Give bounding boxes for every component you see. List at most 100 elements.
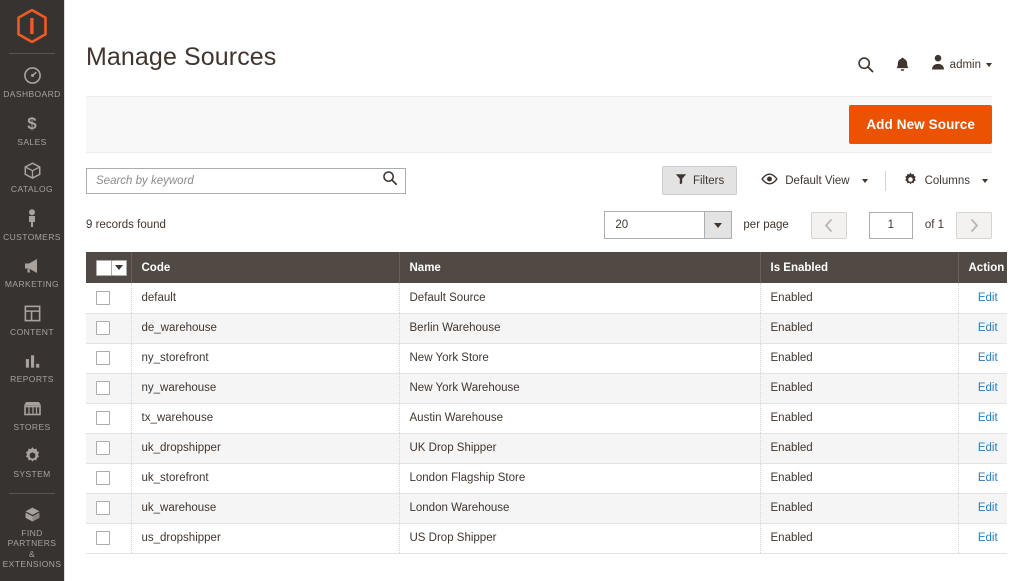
sidebar-label-dashboard: DASHBOARD	[3, 89, 61, 99]
sidebar-item-dashboard[interactable]: DASHBOARD	[0, 58, 65, 106]
sidebar-item-stores[interactable]: STORES	[0, 391, 65, 439]
per-page-value: 20	[615, 219, 629, 231]
edit-link[interactable]: Edit	[978, 472, 998, 484]
row-checkbox[interactable]	[96, 531, 110, 545]
per-page-label: per page	[743, 219, 789, 231]
cell-is-enabled: Enabled	[760, 283, 959, 314]
funnel-icon	[675, 173, 687, 188]
search-box[interactable]	[86, 167, 406, 194]
edit-link[interactable]: Edit	[978, 532, 998, 544]
row-checkbox[interactable]	[96, 290, 110, 305]
filters-button[interactable]: Filters	[661, 166, 738, 195]
sidebar-item-customers[interactable]: CUSTOMERS	[0, 201, 65, 249]
column-header-name[interactable]: Name	[399, 252, 761, 283]
sidebar-label-sales: SALES	[17, 136, 47, 147]
columns-button[interactable]: Columns	[899, 172, 992, 190]
table-row[interactable]: ny_warehouse New York Warehouse Enabled Edi…	[86, 373, 1007, 404]
page-number-input[interactable]	[868, 211, 913, 239]
edit-link[interactable]: Edit	[978, 412, 998, 424]
admin-page: DASHBOARD $ SALES CATALOG CUSTOMERS MARK…	[0, 0, 1024, 581]
edit-link[interactable]: Edit	[978, 322, 998, 334]
column-header-is-enabled[interactable]: Is Enabled	[760, 252, 959, 283]
content-layout-icon	[23, 303, 42, 324]
select-all-header	[86, 252, 132, 283]
sidebar-item-sales[interactable]: $ SALES	[0, 106, 65, 154]
row-checkbox[interactable]	[96, 381, 110, 395]
row-checkbox[interactable]	[96, 351, 110, 365]
cell-code: ny_warehouse	[131, 373, 400, 404]
select-all-checkbox[interactable]	[96, 259, 112, 276]
user-menu[interactable]: admin	[931, 54, 992, 75]
magento-logo[interactable]	[0, 6, 65, 46]
sidebar-item-find-partners[interactable]: FIND PARTNERS & EXTENSIONS	[0, 498, 65, 576]
cell-name: London Flagship Store	[399, 463, 761, 494]
edit-link[interactable]: Edit	[978, 502, 998, 514]
search-icon[interactable]	[382, 170, 398, 191]
row-checkbox[interactable]	[96, 501, 110, 515]
sidebar-item-reports[interactable]: REPORTS	[0, 343, 65, 391]
table-head: Code Name Is Enabled Action	[86, 252, 1007, 283]
admin-sidebar: DASHBOARD $ SALES CATALOG CUSTOMERS MARK…	[0, 0, 65, 581]
bell-icon[interactable]	[895, 56, 910, 73]
user-name: admin	[949, 58, 981, 71]
default-view-label: Default View	[785, 174, 850, 187]
cell-code: uk_warehouse	[131, 493, 400, 524]
pagination-controls: 20 per page of 1	[604, 211, 992, 239]
table-row[interactable]: default Default Source Enabled Edit	[86, 283, 1007, 314]
edit-link[interactable]: Edit	[978, 292, 998, 304]
cell-is-enabled: Enabled	[760, 403, 959, 434]
row-checkbox[interactable]	[96, 471, 110, 485]
edit-link[interactable]: Edit	[978, 352, 998, 364]
chevron-down-icon[interactable]	[704, 212, 732, 238]
sources-grid: Code Name Is Enabled Action default Defau…	[65, 239, 1024, 554]
row-checkbox-cell	[86, 373, 132, 404]
per-page-select[interactable]: 20	[604, 211, 733, 239]
cell-code: tx_warehouse	[131, 403, 400, 434]
cell-is-enabled: Enabled	[760, 493, 959, 524]
sidebar-label-customers: CUSTOMERS	[3, 231, 61, 242]
customers-person-icon	[24, 208, 40, 229]
edit-link[interactable]: Edit	[978, 442, 998, 454]
sidebar-label-find-partners-1: FIND PARTNERS	[7, 527, 57, 549]
column-header-action: Action	[958, 252, 1007, 283]
cell-is-enabled: Enabled	[760, 463, 959, 494]
table-row[interactable]: ny_storefront New York Store Enabled Edit	[86, 343, 1007, 374]
sidebar-label-marketing: MARKETING	[4, 279, 60, 289]
system-gear-icon	[23, 445, 42, 466]
row-checkbox[interactable]	[96, 321, 110, 335]
table-row[interactable]: uk_dropshipper UK Drop Shipper Enabled Edit	[86, 433, 1007, 464]
previous-page-button[interactable]	[810, 211, 847, 239]
cell-code: ny_storefront	[131, 343, 400, 374]
default-view-button[interactable]: Default View	[757, 173, 871, 188]
cell-name: US Drop Shipper	[399, 523, 761, 554]
cell-code: default	[131, 283, 400, 314]
chevron-down-icon[interactable]	[112, 259, 127, 276]
page-total-label: of 1	[924, 219, 944, 231]
table-row[interactable]: de_warehouse Berlin Warehouse Enabled Edit	[86, 313, 1007, 344]
search-icon[interactable]	[857, 56, 874, 73]
table-row[interactable]: uk_storefront London Flagship Store Enable…	[86, 463, 1007, 494]
sidebar-item-catalog[interactable]: CATALOG	[0, 153, 65, 201]
column-header-code[interactable]: Code	[131, 252, 400, 283]
search-input[interactable]	[96, 174, 382, 187]
chevron-down-icon	[982, 178, 988, 183]
cell-action: Edit	[958, 313, 1007, 344]
next-page-button[interactable]	[956, 211, 992, 239]
cell-name: New York Warehouse	[399, 373, 761, 404]
sidebar-item-content[interactable]: CONTENT	[0, 296, 65, 344]
partners-cube-icon	[23, 504, 42, 525]
checkbox-dropdown-icon[interactable]	[96, 259, 127, 276]
sidebar-item-system[interactable]: SYSTEM	[0, 438, 65, 486]
row-checkbox[interactable]	[96, 441, 110, 455]
table-row[interactable]: us_dropshipper US Drop Shipper Enabled Edit	[86, 523, 1007, 554]
cell-is-enabled: Enabled	[760, 343, 959, 374]
table-row[interactable]: tx_warehouse Austin Warehouse Enabled Edit	[86, 403, 1007, 434]
row-checkbox[interactable]	[96, 411, 110, 425]
grid-view-controls: Filters Default View Columns	[661, 166, 992, 195]
edit-link[interactable]: Edit	[978, 382, 998, 394]
magento-logo-icon	[17, 9, 47, 43]
table-row[interactable]: uk_warehouse London Warehouse Enabled Edit	[86, 493, 1007, 524]
sidebar-divider	[9, 53, 55, 54]
sidebar-item-marketing[interactable]: MARKETING	[0, 248, 65, 296]
add-new-source-button[interactable]: Add New Source	[849, 105, 992, 144]
